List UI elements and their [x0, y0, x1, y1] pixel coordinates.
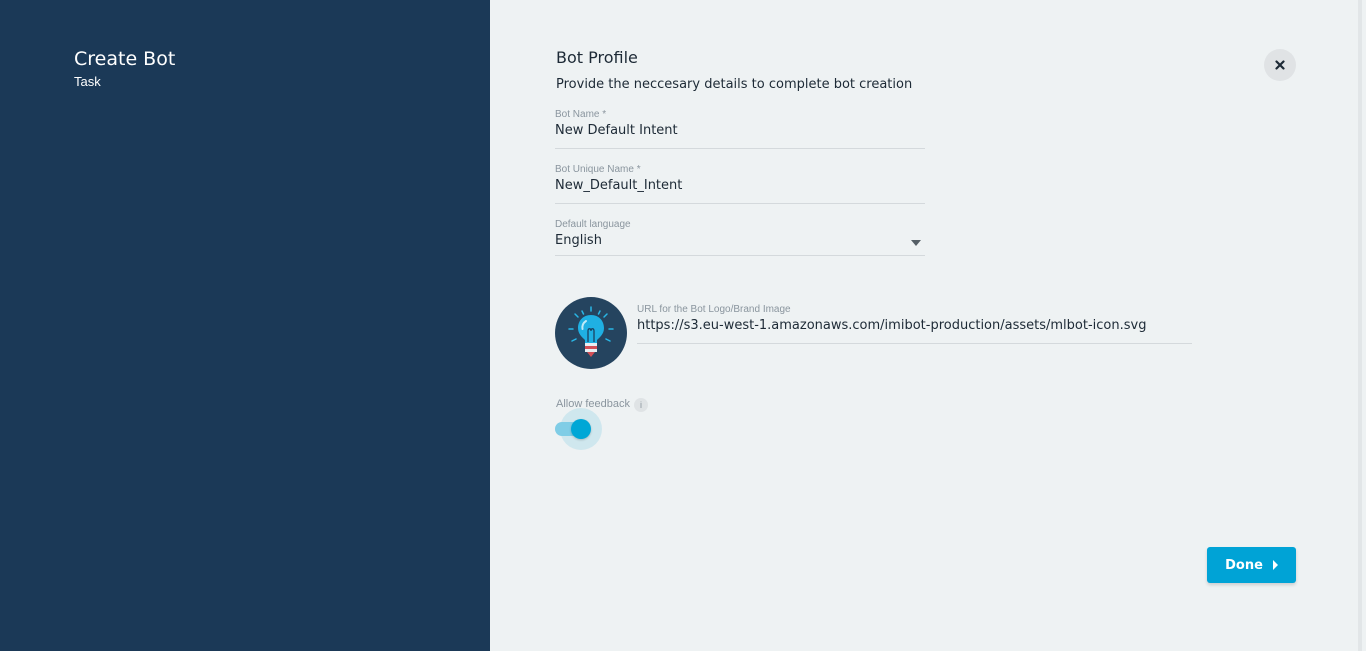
allow-feedback-label: Allow feedback [556, 398, 630, 410]
done-button-label: Done [1225, 557, 1263, 573]
caret-down-icon[interactable] [911, 240, 921, 246]
section-description: Provide the neccesary details to complet… [556, 77, 913, 92]
bot-logo [555, 297, 627, 369]
bot-name-input[interactable]: New Default Intent [555, 123, 925, 143]
logo-url-label: URL for the Bot Logo/Brand Image [637, 304, 791, 315]
default-language-value[interactable]: English [555, 233, 925, 253]
left-panel: Create Bot Task [0, 0, 490, 651]
done-button[interactable]: Done [1207, 547, 1296, 583]
bot-unique-name-label: Bot Unique Name * [555, 164, 641, 175]
section-title: Bot Profile [556, 48, 638, 67]
lightbulb-logo-icon [568, 306, 614, 357]
page-title: Create Bot [74, 48, 176, 70]
toggle-knob[interactable] [571, 419, 591, 439]
allow-feedback-toggle[interactable] [555, 408, 602, 450]
scrollbar[interactable] [1358, 0, 1362, 651]
caret-right-icon [1272, 560, 1278, 570]
bot-name-field[interactable]: Bot Name * New Default Intent [555, 109, 925, 149]
close-button[interactable] [1264, 49, 1296, 81]
info-icon[interactable]: i [634, 398, 648, 412]
logo-url-field[interactable]: URL for the Bot Logo/Brand Image https:/… [637, 304, 1192, 344]
close-icon [1275, 60, 1285, 70]
page-subtitle: Task [74, 74, 101, 89]
default-language-label: Default language [555, 219, 631, 230]
bot-unique-name-field[interactable]: Bot Unique Name * New_Default_Intent [555, 164, 925, 204]
logo-url-input[interactable]: https://s3.eu-west-1.amazonaws.com/imibo… [637, 318, 1192, 338]
bot-unique-name-input[interactable]: New_Default_Intent [555, 178, 925, 198]
bot-name-label: Bot Name * [555, 109, 607, 120]
default-language-select[interactable]: Default language English [555, 219, 925, 256]
